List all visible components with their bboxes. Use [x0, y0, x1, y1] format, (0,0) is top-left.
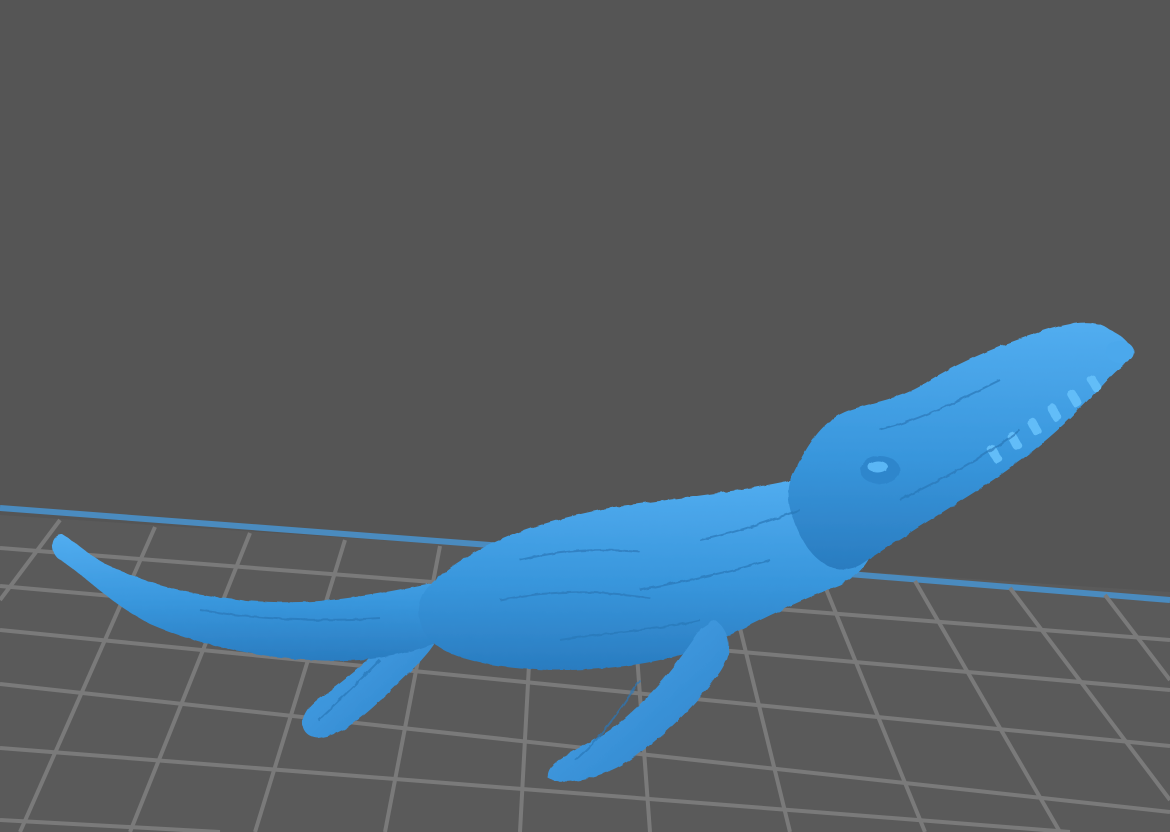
head: [788, 322, 1132, 570]
snout-tip: [1106, 341, 1134, 363]
scene-canvas[interactable]: [0, 0, 1170, 832]
3d-viewport[interactable]: [0, 0, 1170, 832]
